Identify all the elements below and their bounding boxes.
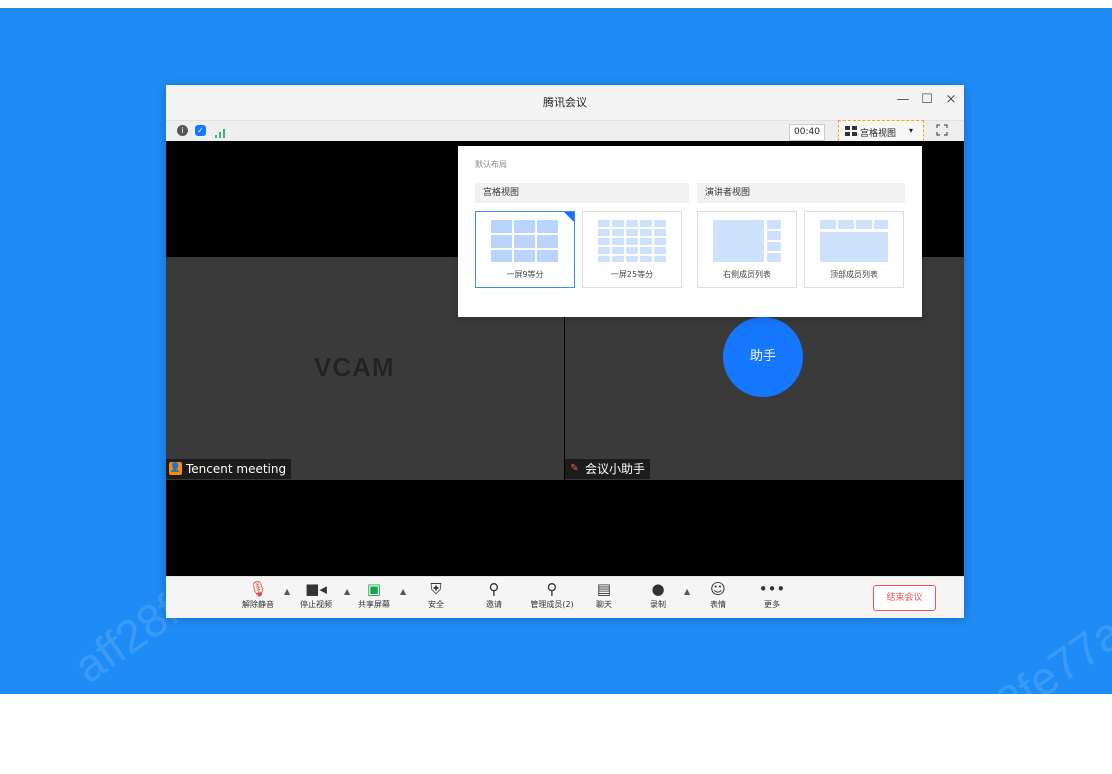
shield-status-icon[interactable]: ✓: [195, 125, 206, 136]
shield-icon: ⛨: [430, 580, 442, 598]
more-button[interactable]: ••• 更多: [750, 579, 794, 610]
info-icon[interactable]: i: [177, 125, 188, 136]
more-icon: •••: [758, 580, 786, 598]
audio-options-caret[interactable]: ▲: [284, 587, 290, 596]
record-options-caret[interactable]: ▲: [684, 587, 690, 596]
grid-9-icon: [491, 220, 558, 262]
fullscreen-icon[interactable]: [936, 124, 948, 136]
participant-name-left: 👤 Tencent meeting: [166, 459, 292, 479]
camera-icon: ■◂: [305, 580, 327, 598]
status-bar: i ✓ 00:40 宫格视图 ▾: [166, 120, 964, 146]
section-grid-view: 宫格视图: [475, 183, 689, 203]
mic-muted-icon: ✎: [570, 463, 579, 474]
selected-marker: [564, 212, 574, 222]
speaker-top-list-icon: [820, 220, 888, 262]
security-button[interactable]: ⛨ 安全: [414, 579, 458, 610]
minimize-button[interactable]: —: [894, 92, 912, 107]
emoji-icon: ☺: [710, 580, 726, 598]
chat-icon: ▤: [596, 580, 612, 598]
close-button[interactable]: ×: [942, 92, 960, 107]
stop-video-button[interactable]: ■◂ 停止视频: [294, 579, 338, 610]
unmute-button[interactable]: 🎙 解除静音: [236, 579, 280, 610]
grid-icon: [845, 126, 857, 140]
record-button[interactable]: ● 录制: [636, 579, 680, 610]
window-title: 腾讯会议: [543, 96, 587, 109]
chevron-down-icon: ▾: [909, 126, 914, 135]
invite-button[interactable]: ⚲ 邀请: [472, 579, 516, 610]
vcam-logo: VCAM: [314, 352, 395, 382]
participant-name-text: Tencent meeting: [186, 462, 287, 476]
maximize-button[interactable]: ☐: [918, 92, 936, 107]
section-speaker-view: 演讲者视图: [697, 183, 905, 203]
participant-name-right: ✎ 会议小助手: [565, 459, 651, 479]
meeting-toolbar: 🎙 解除静音 ▲ ■◂ 停止视频 ▲ ▣ 共享屏幕 ▲ ⛨ 安全 ⚲ 邀请 ⚲ …: [166, 576, 964, 618]
record-icon: ●: [651, 580, 665, 598]
card-label: 顶部成员列表: [830, 270, 878, 279]
invite-icon: ⚲: [488, 580, 500, 598]
title-bar: 腾讯会议 — ☐ ×: [166, 85, 964, 120]
grid-25-icon: [598, 220, 666, 262]
chat-button[interactable]: ▤ 聊天: [582, 579, 626, 610]
layout-view-label: 宫格视图: [860, 129, 897, 139]
screen-share-icon: ▣: [366, 580, 382, 598]
user-icon: 👤: [169, 462, 182, 475]
share-options-caret[interactable]: ▲: [400, 587, 406, 596]
participant-name-text: 会议小助手: [585, 462, 646, 476]
reactions-button[interactable]: ☺ 表情: [696, 579, 740, 610]
mic-muted-icon: 🎙: [248, 580, 268, 598]
layout-card-9-split[interactable]: 一屏9等分: [475, 211, 575, 288]
layout-card-25-split[interactable]: 一屏25等分: [582, 211, 682, 288]
layout-card-right-list[interactable]: 右侧成员列表: [697, 211, 797, 288]
popup-title: 默认布局: [475, 160, 507, 169]
card-label: 一屏9等分: [506, 270, 544, 279]
assistant-avatar: 助手: [723, 317, 803, 397]
top-strip: [0, 0, 1112, 8]
members-icon: ⚲: [546, 580, 558, 598]
manage-members-button[interactable]: ⚲ 管理成员(2): [530, 579, 574, 610]
share-screen-button[interactable]: ▣ 共享屏幕: [352, 579, 396, 610]
card-label: 一屏25等分: [610, 270, 654, 279]
layout-card-top-list[interactable]: 顶部成员列表: [804, 211, 904, 288]
speaker-right-list-icon: [713, 220, 781, 262]
video-options-caret[interactable]: ▲: [344, 587, 350, 596]
card-label: 右侧成员列表: [723, 270, 771, 279]
meeting-timer: 00:40: [789, 124, 825, 141]
end-meeting-button[interactable]: 结束会议: [873, 585, 936, 611]
layout-popup: 默认布局 宫格视图 演讲者视图 一屏9等分 一屏25等分 右侧成员列表 顶部成员…: [458, 146, 922, 317]
